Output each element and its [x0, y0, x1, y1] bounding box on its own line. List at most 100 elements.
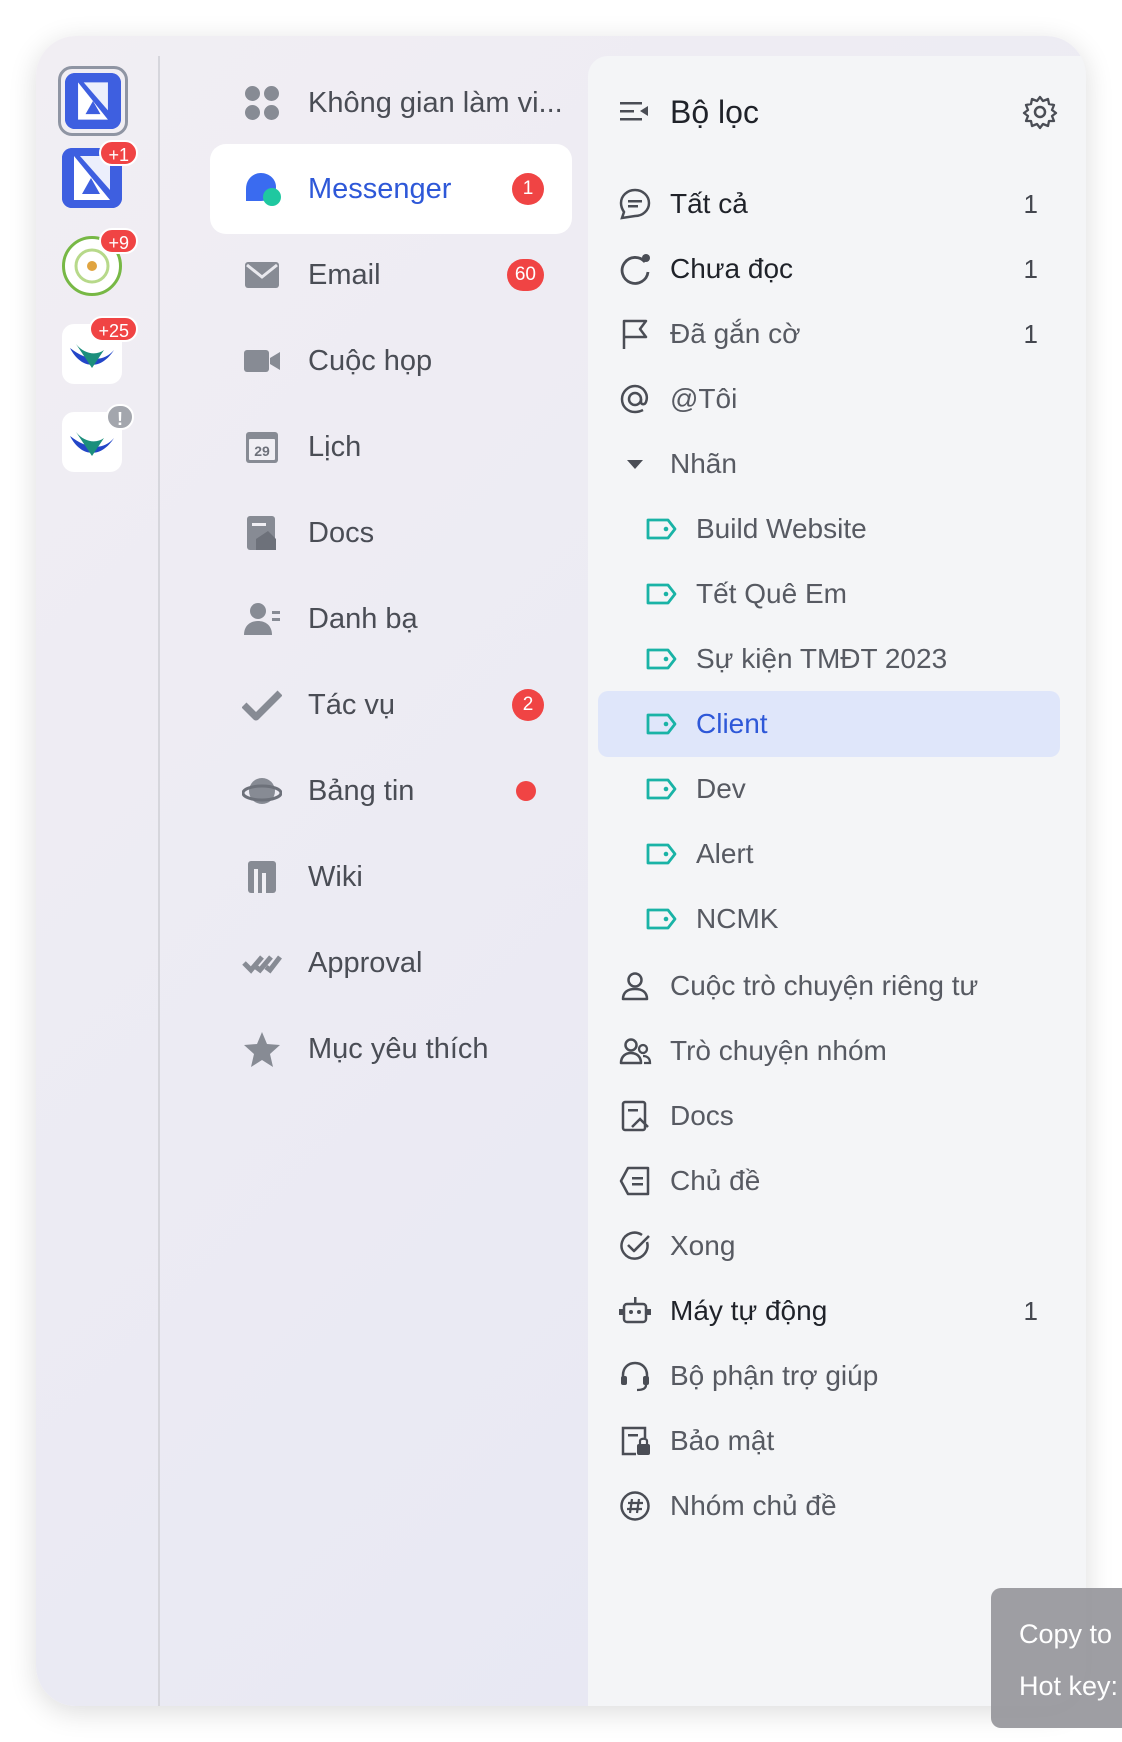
filter-label: Build Website	[696, 513, 867, 544]
filter-docs[interactable]: Docs	[618, 1083, 1038, 1149]
filter-label: Dev	[696, 773, 746, 804]
filter-mentions[interactable]: @Tôi	[618, 366, 1038, 432]
workspace-switch-active[interactable]	[58, 66, 128, 136]
workspace-switch-4[interactable]: +25	[62, 316, 138, 384]
filter-label: Đã gắn cờ	[670, 318, 801, 349]
check-circle-icon	[618, 1229, 652, 1263]
filter-bots[interactable]: Máy tự động 1	[618, 1278, 1038, 1344]
filter-all[interactable]: Tất cả 1	[618, 171, 1038, 237]
tag-icon	[644, 707, 678, 741]
nav-item-docs[interactable]: Docs	[210, 488, 572, 578]
nav-label: Bảng tin	[308, 774, 415, 807]
nav-item-messenger[interactable]: Messenger 1	[210, 144, 572, 234]
nav-item-approval[interactable]: Approval	[210, 918, 572, 1008]
nav-label: Messenger	[308, 172, 452, 205]
nav-item-calendar[interactable]: 29 Lịch	[210, 402, 572, 492]
filter-private-chats[interactable]: Cuộc trò chuyện riêng tư	[618, 953, 1038, 1019]
nav-label: Lịch	[308, 430, 362, 463]
filter-unread[interactable]: Chưa đọc 1	[618, 236, 1038, 302]
filter-tag-client[interactable]: Client	[598, 691, 1060, 757]
filter-label: Nhóm chủ đề	[670, 1490, 837, 1521]
filter-flagged[interactable]: Đã gắn cờ 1	[618, 301, 1038, 367]
filter-topics[interactable]: Chủ đề	[618, 1148, 1038, 1214]
nav-label: Cuộc họp	[308, 344, 433, 377]
notification-dot	[516, 781, 536, 801]
apps-grid-icon	[242, 83, 282, 123]
tag-icon	[644, 772, 678, 806]
calendar-date: 29	[254, 443, 270, 459]
nav-item-favorites[interactable]: Mục yêu thích	[210, 1004, 572, 1094]
nav-item-wiki[interactable]: Wiki	[210, 832, 572, 922]
triangle-down-icon[interactable]	[618, 447, 652, 481]
filter-group-chats[interactable]: Trò chuyện nhóm	[618, 1018, 1038, 1084]
nav-label: Wiki	[308, 860, 363, 893]
filter-label: Chủ đề	[670, 1165, 761, 1196]
tag-icon	[644, 837, 678, 871]
person-icon	[618, 969, 652, 1003]
tooltip-line-copy: Copy to	[1019, 1619, 1113, 1649]
filter-label: Xong	[670, 1230, 736, 1261]
rail-badge: +25	[89, 316, 138, 342]
unread-icon	[618, 252, 652, 286]
tooltip-line-hotkey: Hot key:	[1019, 1671, 1119, 1701]
filter-label: Bộ phận trợ giúp	[670, 1360, 879, 1391]
lock-document-icon	[618, 1424, 652, 1458]
video-camera-icon	[242, 341, 282, 381]
nav-item-meetings[interactable]: Cuộc họp	[210, 316, 572, 406]
planet-icon	[242, 771, 282, 811]
app-window: +1 +9 +25 ! Không gian làm vi... Messeng…	[36, 36, 1086, 1706]
filter-tag-tet-que-em[interactable]: Tết Quê Em	[644, 561, 1064, 627]
unread-badge: 2	[512, 689, 544, 721]
nav-item-email[interactable]: Email 60	[210, 230, 572, 320]
filter-tag-build-website[interactable]: Build Website	[644, 496, 1064, 562]
workspace-switch-2[interactable]: +1	[62, 140, 138, 208]
rail-alert-badge: !	[106, 404, 134, 430]
double-check-icon	[242, 943, 282, 983]
filter-tag-ncmk[interactable]: NCMK	[644, 886, 1064, 952]
checkmark-icon	[242, 685, 282, 725]
mail-icon	[242, 255, 282, 295]
nav-label: Mục yêu thích	[308, 1032, 489, 1065]
filter-tag-dev[interactable]: Dev	[644, 756, 1064, 822]
filter-security[interactable]: Bảo mật	[618, 1408, 1038, 1474]
filter-count: 1	[1023, 318, 1038, 349]
wiki-icon	[242, 857, 282, 897]
filter-tag-su-kien[interactable]: Sự kiện TMĐT 2023	[644, 626, 1064, 692]
hash-circle-icon	[618, 1489, 652, 1523]
nav-label: Danh bạ	[308, 602, 418, 635]
rail-divider	[158, 56, 160, 1706]
robot-icon	[618, 1294, 652, 1328]
unread-badge: 1	[512, 173, 544, 205]
filter-count: 1	[1023, 1295, 1038, 1326]
workspace-switch-3[interactable]: +9	[62, 228, 138, 296]
workspace-switch-5[interactable]: !	[62, 404, 134, 472]
filter-collapse-icon[interactable]	[618, 95, 652, 129]
filter-label: Docs	[670, 1100, 734, 1131]
filter-labels-group[interactable]: Nhãn	[618, 431, 1038, 497]
filter-done[interactable]: Xong	[618, 1213, 1038, 1279]
filter-label: NCMK	[696, 903, 779, 934]
nav-item-newsfeed[interactable]: Bảng tin	[210, 746, 572, 836]
filter-helpdesk[interactable]: Bộ phận trợ giúp	[618, 1343, 1038, 1409]
flag-icon	[618, 317, 652, 351]
filter-label: Alert	[696, 838, 754, 869]
at-sign-icon	[618, 382, 652, 416]
nav-item-contacts[interactable]: Danh bạ	[210, 574, 572, 664]
gear-icon[interactable]	[1022, 94, 1058, 130]
filter-label: Trò chuyện nhóm	[670, 1035, 887, 1066]
filter-topic-groups[interactable]: Nhóm chủ đề	[618, 1473, 1038, 1539]
filter-count: 1	[1023, 188, 1038, 219]
nav-item-tasks[interactable]: Tác vụ 2	[210, 660, 572, 750]
nav-workspace[interactable]: Không gian làm vi...	[210, 58, 572, 148]
copy-tooltip: Copy to Hot key:	[991, 1588, 1122, 1728]
topic-icon	[618, 1164, 652, 1198]
nav-label: Không gian làm vi...	[308, 86, 563, 119]
filter-tag-alert[interactable]: Alert	[644, 821, 1064, 887]
filter-label: Sự kiện TMĐT 2023	[696, 643, 948, 674]
filter-label: Client	[696, 708, 768, 739]
unread-badge: 60	[506, 259, 544, 291]
chat-icon	[618, 187, 652, 221]
filter-label: @Tôi	[670, 383, 738, 414]
app-rail: +1 +9 +25 !	[36, 36, 158, 1706]
calendar-icon: 29	[242, 427, 282, 467]
